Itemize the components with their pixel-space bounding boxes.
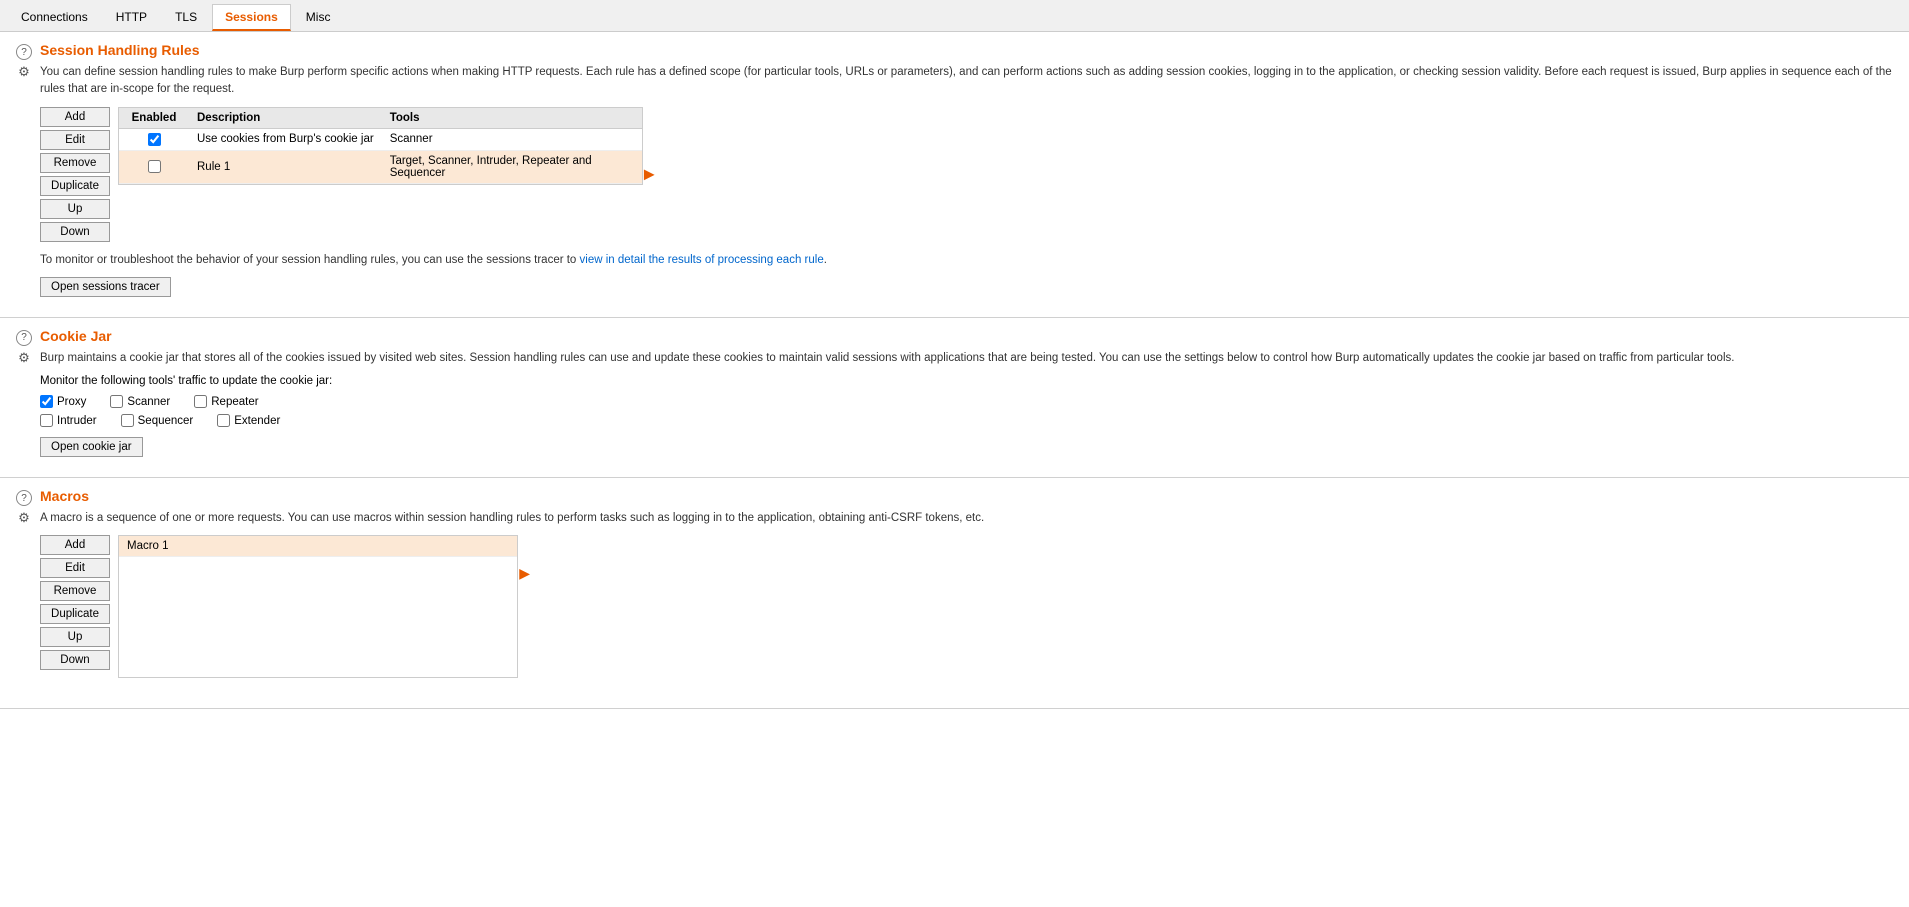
cookie-sequencer-text: Sequencer [138, 415, 194, 427]
cookie-proxy-label: Proxy [40, 395, 86, 408]
open-cookie-jar-button[interactable]: Open cookie jar [40, 437, 143, 457]
session-duplicate-button[interactable]: Duplicate [40, 176, 110, 196]
session-table-body: Use cookies from Burp's cookie jar Scann… [119, 129, 642, 184]
macros-add-button[interactable]: Add [40, 535, 110, 555]
session-rules-area: Add Edit Remove Duplicate Up Down Enable… [40, 107, 1893, 242]
col-header-enabled: Enabled [119, 108, 189, 128]
macros-remove-button[interactable]: Remove [40, 581, 110, 601]
session-btn-col: Add Edit Remove Duplicate Up Down [40, 107, 110, 242]
session-help-icon[interactable]: ? [16, 44, 32, 60]
macros-help-icon[interactable]: ? [16, 490, 32, 506]
tracer-description: To monitor or troubleshoot the behavior … [40, 252, 1893, 269]
cookie-jar-desc: Burp maintains a cookie jar that stores … [40, 350, 1893, 367]
macros-duplicate-button[interactable]: Duplicate [40, 604, 110, 624]
macros-edit-button[interactable]: Edit [40, 558, 110, 578]
cookie-extender-label: Extender [217, 414, 280, 427]
macros-section: ? ⚙ Macros A macro is a sequence of one … [0, 478, 1909, 709]
tab-tls[interactable]: TLS [162, 4, 210, 31]
cookie-scanner-checkbox[interactable] [110, 395, 123, 408]
session-up-button[interactable]: Up [40, 199, 110, 219]
cookie-scanner-text: Scanner [127, 396, 170, 408]
session-edit-button[interactable]: Edit [40, 130, 110, 150]
col-header-description: Description [189, 108, 382, 128]
rule-2-desc: Rule 1 [189, 157, 382, 177]
nav-tabs: Connections HTTP TLS Sessions Misc [0, 0, 1909, 32]
session-rule-row-2[interactable]: Rule 1 Target, Scanner, Intruder, Repeat… [119, 151, 642, 184]
session-down-button[interactable]: Down [40, 222, 110, 242]
macros-down-button[interactable]: Down [40, 650, 110, 670]
open-sessions-tracer-button[interactable]: Open sessions tracer [40, 277, 171, 297]
cookie-extender-text: Extender [234, 415, 280, 427]
tab-http[interactable]: HTTP [103, 4, 160, 31]
tab-misc[interactable]: Misc [293, 4, 344, 31]
session-remove-button[interactable]: Remove [40, 153, 110, 173]
cookie-jar-section: ? ⚙ Cookie Jar Burp maintains a cookie j… [0, 318, 1909, 478]
session-rule-row-1[interactable]: Use cookies from Burp's cookie jar Scann… [119, 129, 642, 151]
col-header-tools: Tools [382, 108, 642, 128]
cookie-repeater-label: Repeater [194, 395, 258, 408]
rule-2-checkbox[interactable] [148, 160, 161, 173]
cookie-sequencer-checkbox[interactable] [121, 414, 134, 427]
session-add-button[interactable]: Add [40, 107, 110, 127]
cookie-help-icon[interactable]: ? [16, 330, 32, 346]
rule-2-tools: Target, Scanner, Intruder, Repeater and … [382, 151, 642, 183]
tracer-link[interactable]: view in detail the results of processing… [580, 254, 824, 266]
macros-title: Macros [40, 488, 1893, 504]
cookie-sequencer-label: Sequencer [121, 414, 194, 427]
cookie-jar-title: Cookie Jar [40, 328, 1893, 344]
session-table-header: Enabled Description Tools [119, 108, 642, 129]
session-handling-desc: You can define session handling rules to… [40, 64, 1893, 99]
cookie-repeater-checkbox[interactable] [194, 395, 207, 408]
macros-gear-icon[interactable]: ⚙ [16, 510, 32, 526]
cookie-tools-row1: Proxy Scanner Repeater [40, 395, 1893, 408]
rule-1-desc: Use cookies from Burp's cookie jar [189, 129, 382, 149]
rule-1-tools: Scanner [382, 129, 642, 149]
session-gear-icon[interactable]: ⚙ [16, 64, 32, 80]
session-rules-table: Enabled Description Tools Use cookies fr… [118, 107, 643, 185]
tab-connections[interactable]: Connections [8, 4, 101, 31]
rule-1-checkbox[interactable] [148, 133, 161, 146]
cookie-tools-row2: Intruder Sequencer Extender [40, 414, 1893, 427]
cookie-scanner-label: Scanner [110, 395, 170, 408]
cookie-intruder-label: Intruder [40, 414, 97, 427]
macros-desc: A macro is a sequence of one or more req… [40, 510, 1893, 527]
macro-row-1[interactable]: Macro 1 [119, 536, 517, 557]
monitor-label: Monitor the following tools' traffic to … [40, 375, 1893, 387]
cookie-intruder-checkbox[interactable] [40, 414, 53, 427]
macros-table: Macro 1 [118, 535, 518, 678]
cookie-extender-checkbox[interactable] [217, 414, 230, 427]
macros-up-button[interactable]: Up [40, 627, 110, 647]
cookie-intruder-text: Intruder [57, 415, 97, 427]
macros-row-arrow: ▶ [519, 565, 530, 582]
rule-1-enabled-cell [119, 129, 189, 150]
main-content: ? ⚙ Session Handling Rules You can defin… [0, 32, 1909, 907]
cookie-proxy-text: Proxy [57, 396, 86, 408]
cookie-proxy-checkbox[interactable] [40, 395, 53, 408]
session-handling-section: ? ⚙ Session Handling Rules You can defin… [0, 32, 1909, 318]
macros-area: Add Edit Remove Duplicate Up Down Macro … [40, 535, 1893, 678]
tab-sessions[interactable]: Sessions [212, 4, 291, 31]
macros-btn-col: Add Edit Remove Duplicate Up Down [40, 535, 110, 678]
cookie-repeater-text: Repeater [211, 396, 258, 408]
session-row-arrow: ▶ [644, 166, 655, 183]
macros-empty-space [119, 557, 517, 677]
cookie-gear-icon[interactable]: ⚙ [16, 350, 32, 366]
rule-2-enabled-cell [119, 156, 189, 177]
session-handling-title: Session Handling Rules [40, 42, 1893, 58]
macros-table-body: Macro 1 [119, 536, 517, 677]
